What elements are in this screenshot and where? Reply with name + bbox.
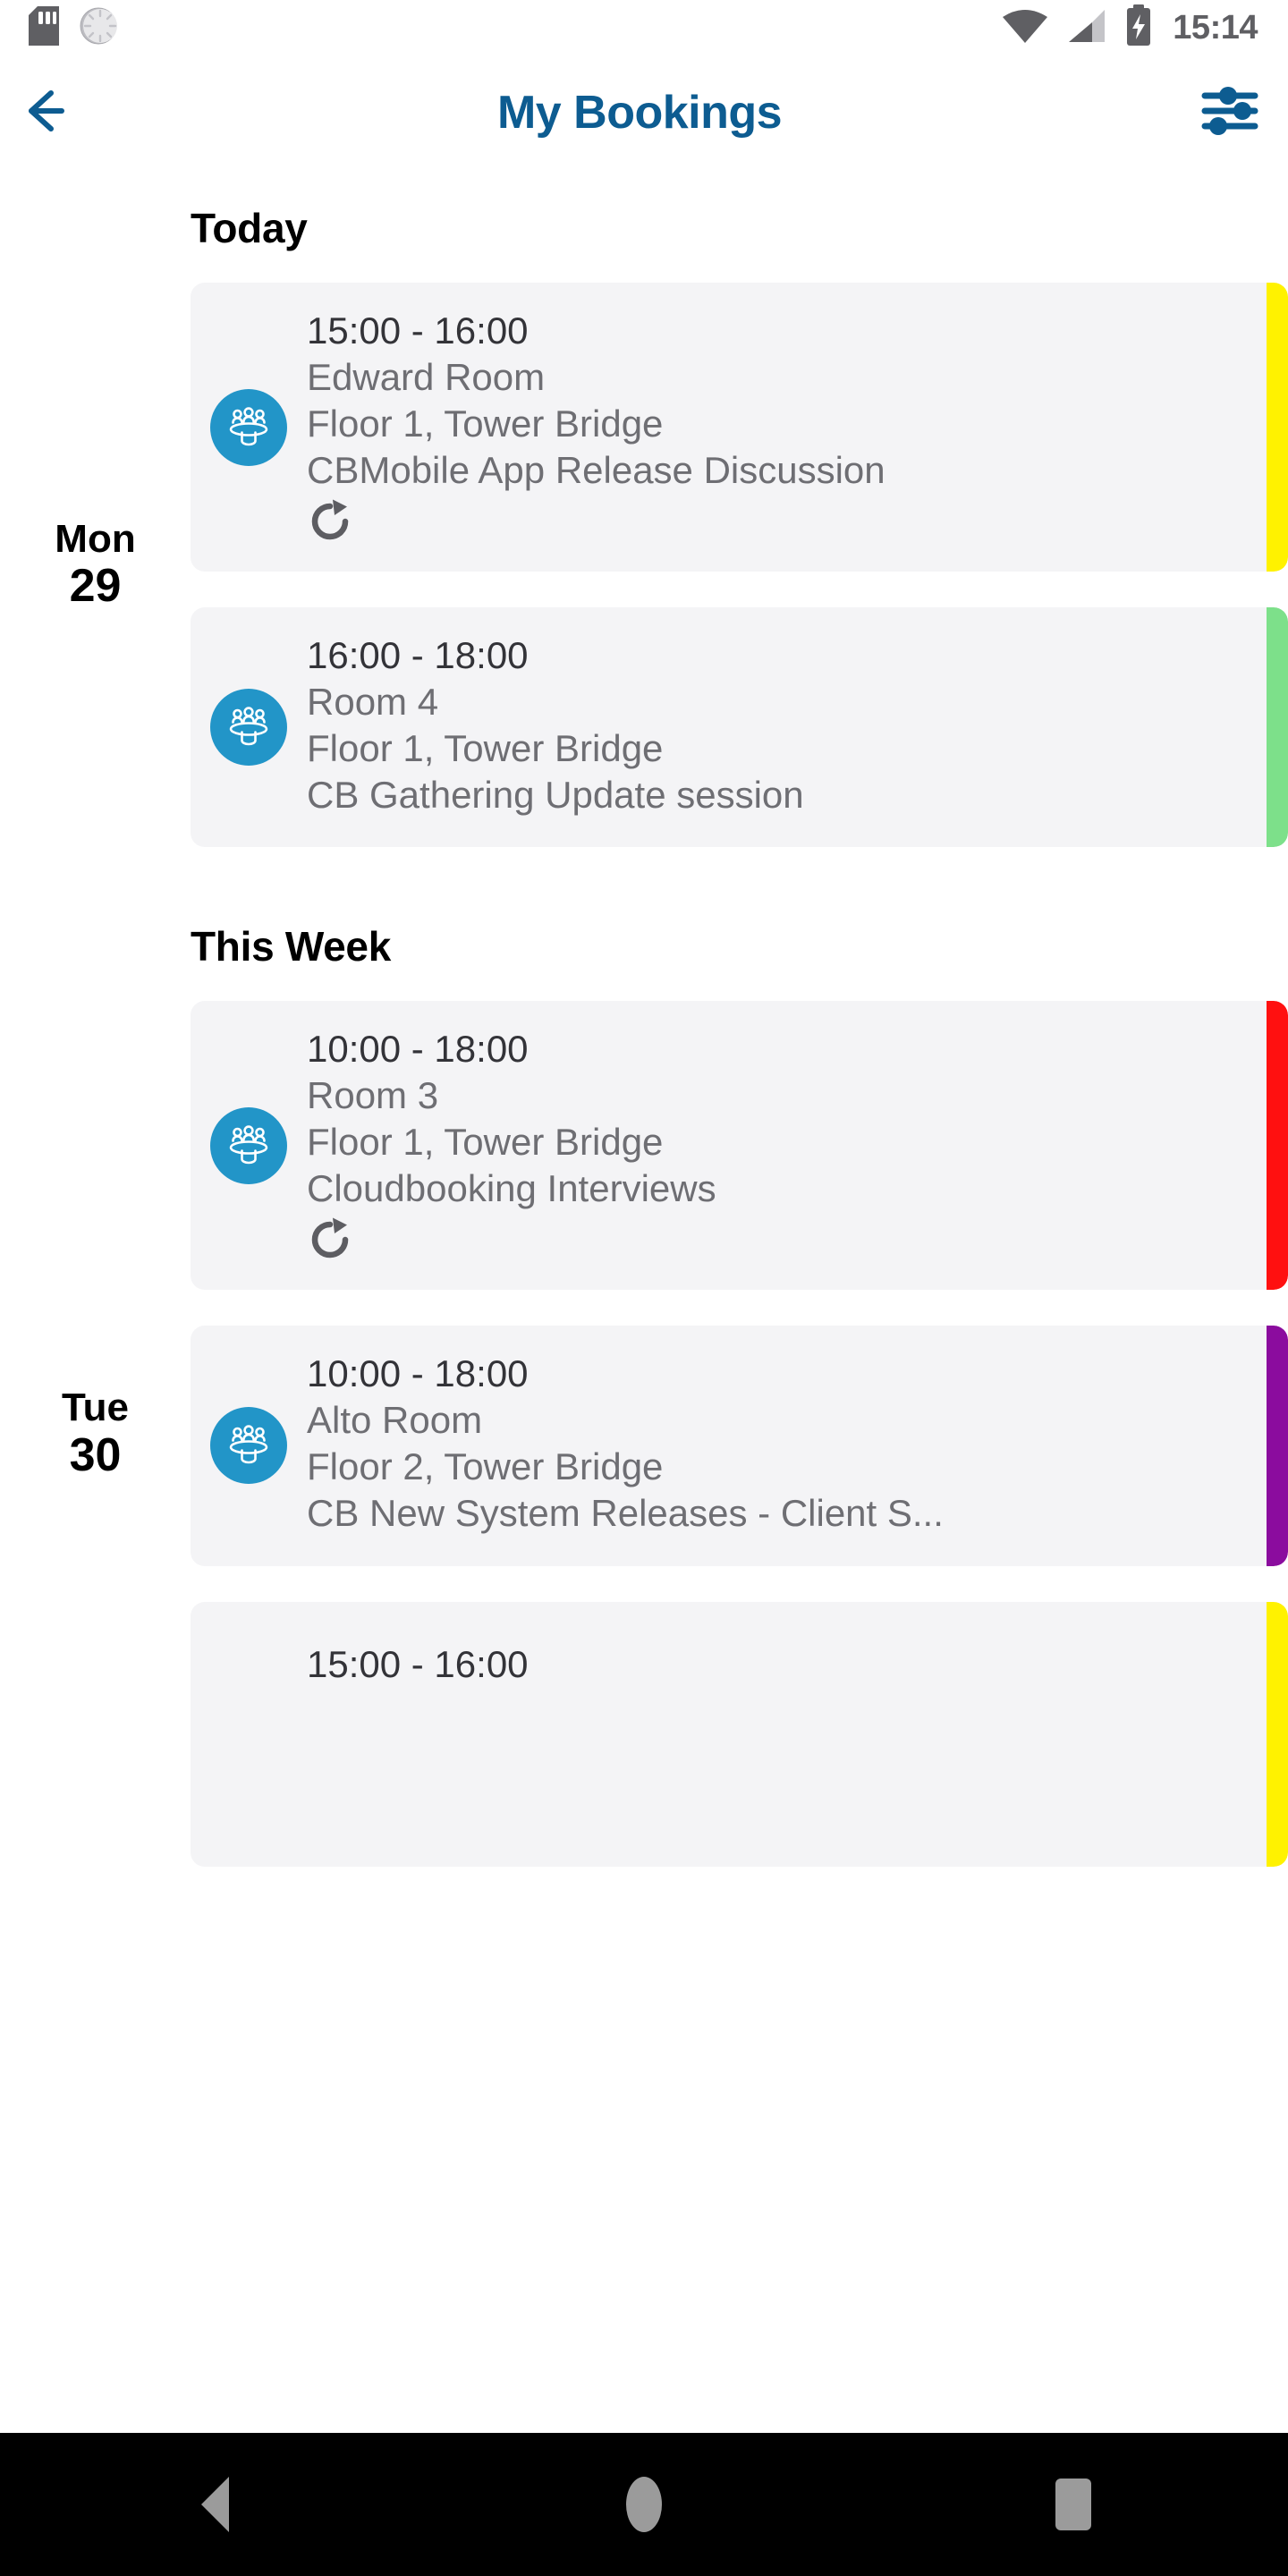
booking-card[interactable]: 10:00 - 18:00 Alto Room Floor 2, Tower Bri…	[191, 1326, 1288, 1566]
booking-status-accent-bar	[1267, 1001, 1288, 1291]
recurring-booking-icon	[307, 1216, 1247, 1263]
wifi-icon	[1001, 6, 1049, 50]
booking-location: Floor 1, Tower Bridge	[307, 402, 664, 445]
sd-card-icon	[29, 5, 59, 50]
status-bar-left-icons	[0, 5, 120, 51]
meeting-room-icon	[210, 1407, 287, 1485]
back-arrow-icon	[26, 88, 81, 139]
booking-status-accent-bar	[1267, 1326, 1288, 1566]
booking-room: Room 4	[307, 681, 439, 724]
day-group: Mon 29 15:00 - 16:00 Edward Room Floor 1, T…	[0, 283, 1288, 848]
day-name: Tue	[62, 1385, 129, 1429]
booking-location: Floor 1, Tower Bridge	[307, 727, 664, 770]
booking-time: 15:00 - 16:00	[307, 309, 529, 352]
day-group: Tue 30 10:00 - 18:00 Room 3 Floor 1, Tower …	[0, 1001, 1288, 1867]
booking-details: 16:00 - 18:00 Room 4 Floor 1, Tower Bridge…	[307, 634, 1288, 820]
meeting-room-icon	[210, 1106, 287, 1184]
filter-button[interactable]	[1172, 55, 1288, 170]
booking-subject: CBMobile App Release Discussion	[307, 449, 886, 492]
nav-recents-button[interactable]	[984, 2433, 1163, 2576]
booking-card[interactable]: 15:00 - 16:00	[191, 1601, 1288, 1867]
day-card-stack: 15:00 - 16:00 Edward Room Floor 1, Tower B…	[191, 283, 1288, 848]
app-header: My Bookings	[0, 55, 1288, 170]
section-heading: Today	[191, 205, 308, 251]
booking-icon-wrap	[191, 689, 307, 767]
booking-time: 10:00 - 18:00	[307, 1028, 529, 1071]
cellular-signal-icon	[1065, 6, 1108, 50]
bookings-list[interactable]: Today Mon 29 15:00 - 16:00 Edward Room Floor…	[0, 170, 1288, 2433]
booking-details: 15:00 - 16:00 Edward Room Floor 1, Tower B…	[307, 309, 1288, 545]
recurring-booking-icon	[307, 498, 1247, 545]
battery-charging-icon	[1124, 4, 1153, 52]
booking-subject: Cloudbooking Interviews	[307, 1167, 716, 1210]
day-name: Mon	[55, 516, 136, 561]
booking-card[interactable]: 16:00 - 18:00 Room 4 Floor 1, Tower Bridge…	[191, 607, 1288, 848]
booking-location: Floor 1, Tower Bridge	[307, 1121, 664, 1164]
day-card-stack: 10:00 - 18:00 Room 3 Floor 1, Tower Bridge…	[191, 1001, 1288, 1867]
meeting-room-icon	[210, 689, 287, 767]
day-number: 29	[69, 560, 122, 613]
nav-back-button[interactable]	[125, 2433, 304, 2576]
booking-details: 10:00 - 18:00 Room 3 Floor 1, Tower Bridge…	[307, 1028, 1288, 1263]
status-bar: 15:14	[0, 0, 1288, 55]
booking-room: Alto Room	[307, 1399, 483, 1442]
page-title: My Bookings	[496, 87, 783, 139]
booking-time: 15:00 - 16:00	[307, 1643, 529, 1686]
day-label: Mon 29	[0, 518, 191, 613]
filter-sliders-icon	[1200, 85, 1259, 141]
back-button[interactable]	[0, 55, 107, 170]
booking-details: 15:00 - 16:00	[307, 1643, 1288, 1690]
meeting-room-icon	[210, 388, 287, 466]
booking-status-accent-bar	[1267, 1601, 1288, 1867]
booking-card[interactable]: 10:00 - 18:00 Room 3 Floor 1, Tower Bridge…	[191, 1001, 1288, 1291]
booking-status-accent-bar	[1267, 607, 1288, 848]
square-recents-icon	[1055, 2479, 1091, 2530]
booking-subject: CB New System Releases - Client S...	[307, 1492, 944, 1535]
android-nav-bar	[0, 2433, 1288, 2576]
booking-details: 10:00 - 18:00 Alto Room Floor 2, Tower Bri…	[307, 1352, 1288, 1538]
booking-room: Edward Room	[307, 356, 546, 399]
nav-home-button[interactable]	[555, 2433, 733, 2576]
section-heading: This Week	[191, 923, 391, 970]
booking-card[interactable]: 15:00 - 16:00 Edward Room Floor 1, Tower B…	[191, 283, 1288, 572]
circle-home-icon	[626, 2477, 662, 2532]
booking-subject: CB Gathering Update session	[307, 774, 804, 817]
booking-time: 16:00 - 18:00	[307, 634, 529, 677]
day-label: Tue 30	[0, 1386, 191, 1481]
booking-icon-wrap	[191, 388, 307, 466]
status-bar-right-icons: 15:14	[1001, 4, 1288, 52]
booking-location: Floor 2, Tower Bridge	[307, 1445, 664, 1488]
status-bar-clock: 15:14	[1173, 9, 1258, 47]
sync-spinner-icon	[79, 5, 120, 51]
booking-status-accent-bar	[1267, 283, 1288, 572]
day-number: 30	[69, 1428, 122, 1481]
booking-time: 10:00 - 18:00	[307, 1352, 529, 1395]
phone-screen: 15:14 My Bookings Today Mon 29 15:00 - 1…	[0, 0, 1288, 2576]
booking-icon-wrap	[191, 1106, 307, 1184]
booking-room: Room 3	[307, 1074, 439, 1117]
booking-icon-wrap	[191, 1407, 307, 1485]
triangle-back-icon	[200, 2477, 229, 2532]
